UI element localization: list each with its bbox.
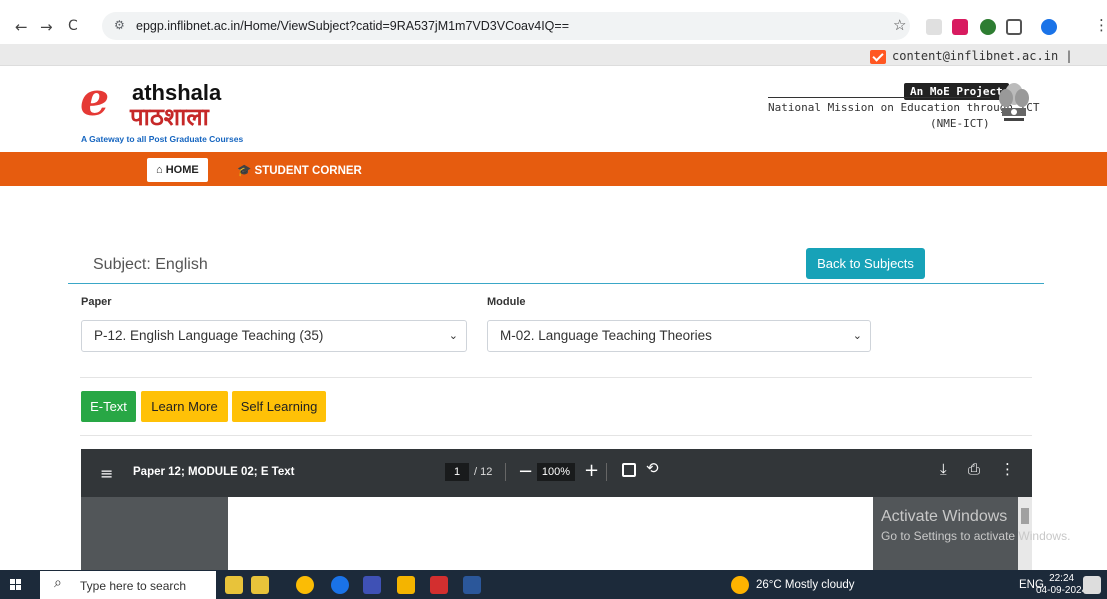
- activate-windows-subtitle: Go to Settings to activate Windows.: [881, 529, 1071, 543]
- extension-new-icon[interactable]: [952, 19, 968, 35]
- zoom-in-icon[interactable]: +: [584, 460, 599, 481]
- chevron-down-icon: ⌄: [448, 329, 458, 342]
- back-to-subjects-button[interactable]: Back to Subjects: [806, 248, 925, 279]
- extension-icon[interactable]: [926, 19, 942, 35]
- graduation-cap-icon: 🎓: [237, 165, 252, 177]
- weather-text[interactable]: 26°C Mostly cloudy: [756, 579, 855, 591]
- nme-abbr: (NME-ICT): [930, 117, 990, 130]
- back-arrow-icon[interactable]: ←: [15, 18, 28, 36]
- extension-green-icon[interactable]: [980, 19, 996, 35]
- logo-hindi: पाठशाला: [130, 103, 209, 131]
- subject-divider: [68, 283, 1044, 284]
- bluetooth-icon[interactable]: [331, 576, 349, 594]
- paper-label: Paper: [81, 296, 112, 308]
- bookmark-star-icon[interactable]: ☆: [893, 16, 906, 34]
- forward-arrow-icon[interactable]: →: [40, 18, 53, 36]
- url-text[interactable]: epgp.inflibnet.ac.in/Home/ViewSubject?ca…: [136, 19, 569, 33]
- clock-time: 22:24: [1049, 573, 1075, 584]
- address-bar[interactable]: ⚙ epgp.inflibnet.ac.in/Home/ViewSubject?…: [102, 12, 910, 40]
- weather-icon[interactable]: [731, 576, 749, 594]
- module-select[interactable]: M-02. Language Teaching Theories ⌄: [487, 320, 871, 352]
- print-icon[interactable]: ⎙: [968, 460, 980, 478]
- home-icon: ⌂: [156, 164, 163, 176]
- notification-icon[interactable]: [1083, 576, 1101, 594]
- learn-more-button[interactable]: Learn More: [141, 391, 228, 422]
- etext-button[interactable]: E-Text: [81, 391, 136, 422]
- windows-start-icon[interactable]: [10, 579, 22, 591]
- module-select-value: M-02. Language Teaching Theories: [500, 328, 712, 343]
- taskbar-app-icon[interactable]: [225, 576, 243, 594]
- browser-menu-icon[interactable]: ⋮: [1094, 16, 1107, 34]
- extensions-puzzle-icon[interactable]: [1006, 19, 1022, 35]
- national-emblem-icon: [999, 83, 1029, 121]
- pdf-more-icon[interactable]: ⋮: [1000, 460, 1015, 478]
- word-icon[interactable]: [463, 576, 481, 594]
- paper-select[interactable]: P-12. English Language Teaching (35) ⌄: [81, 320, 467, 352]
- divider: [80, 435, 1032, 436]
- subject-title: Subject: English: [93, 256, 208, 273]
- pdf-zoom-input[interactable]: 100%: [537, 463, 575, 481]
- mail-icon: [870, 50, 886, 64]
- nav-student-corner[interactable]: 🎓 STUDENT CORNER: [237, 163, 362, 177]
- zoom-out-icon[interactable]: −: [518, 461, 533, 482]
- taskbar-app-icon[interactable]: [363, 576, 381, 594]
- paper-select-value: P-12. English Language Teaching (35): [94, 328, 324, 343]
- nav-home[interactable]: ⌂ HOME: [147, 158, 208, 182]
- pdf-total-pages: / 12: [474, 466, 493, 478]
- taskbar-clock[interactable]: 22:24 04-09-2024: [1036, 573, 1087, 597]
- reload-icon[interactable]: C: [68, 18, 78, 34]
- activate-windows-title: Activate Windows: [881, 508, 1008, 525]
- download-icon[interactable]: ⤓: [940, 460, 947, 478]
- self-learning-button[interactable]: Self Learning: [232, 391, 326, 422]
- module-label: Module: [487, 296, 526, 308]
- file-explorer-icon[interactable]: [397, 576, 415, 594]
- nme-divider: [768, 97, 990, 98]
- contact-email[interactable]: content@inflibnet.ac.in |: [892, 49, 1073, 63]
- site-info-icon[interactable]: ⚙: [114, 18, 125, 32]
- chrome-icon[interactable]: [296, 576, 314, 594]
- divider: [80, 377, 1032, 378]
- pdf-page: [228, 497, 873, 570]
- logo-e: e: [80, 72, 110, 126]
- profile-avatar-icon[interactable]: [1041, 19, 1057, 35]
- taskbar-search-placeholder[interactable]: Type here to search: [80, 579, 186, 593]
- fit-page-icon[interactable]: [622, 463, 636, 477]
- chevron-down-icon: ⌄: [852, 329, 862, 342]
- search-icon: ⌕: [54, 575, 62, 591]
- nav-home-label: HOME: [165, 164, 199, 176]
- clock-date: 04-09-2024: [1036, 585, 1088, 596]
- taskbar-app-icon[interactable]: [251, 576, 269, 594]
- pdf-title: Paper 12; MODULE 02; E Text: [133, 466, 295, 478]
- rotate-icon[interactable]: ⟲: [646, 459, 659, 477]
- pdf-scroll-thumb[interactable]: [1021, 508, 1029, 524]
- pdf-separator: [606, 463, 607, 481]
- pdf-separator: [505, 463, 506, 481]
- logo-tagline: A Gateway to all Post Graduate Courses: [81, 134, 244, 144]
- pdf-menu-icon[interactable]: ≡: [100, 464, 113, 483]
- pdf-page-input[interactable]: 1: [445, 463, 469, 481]
- pdf-reader-icon[interactable]: [430, 576, 448, 594]
- nav-student-label: STUDENT CORNER: [254, 165, 362, 177]
